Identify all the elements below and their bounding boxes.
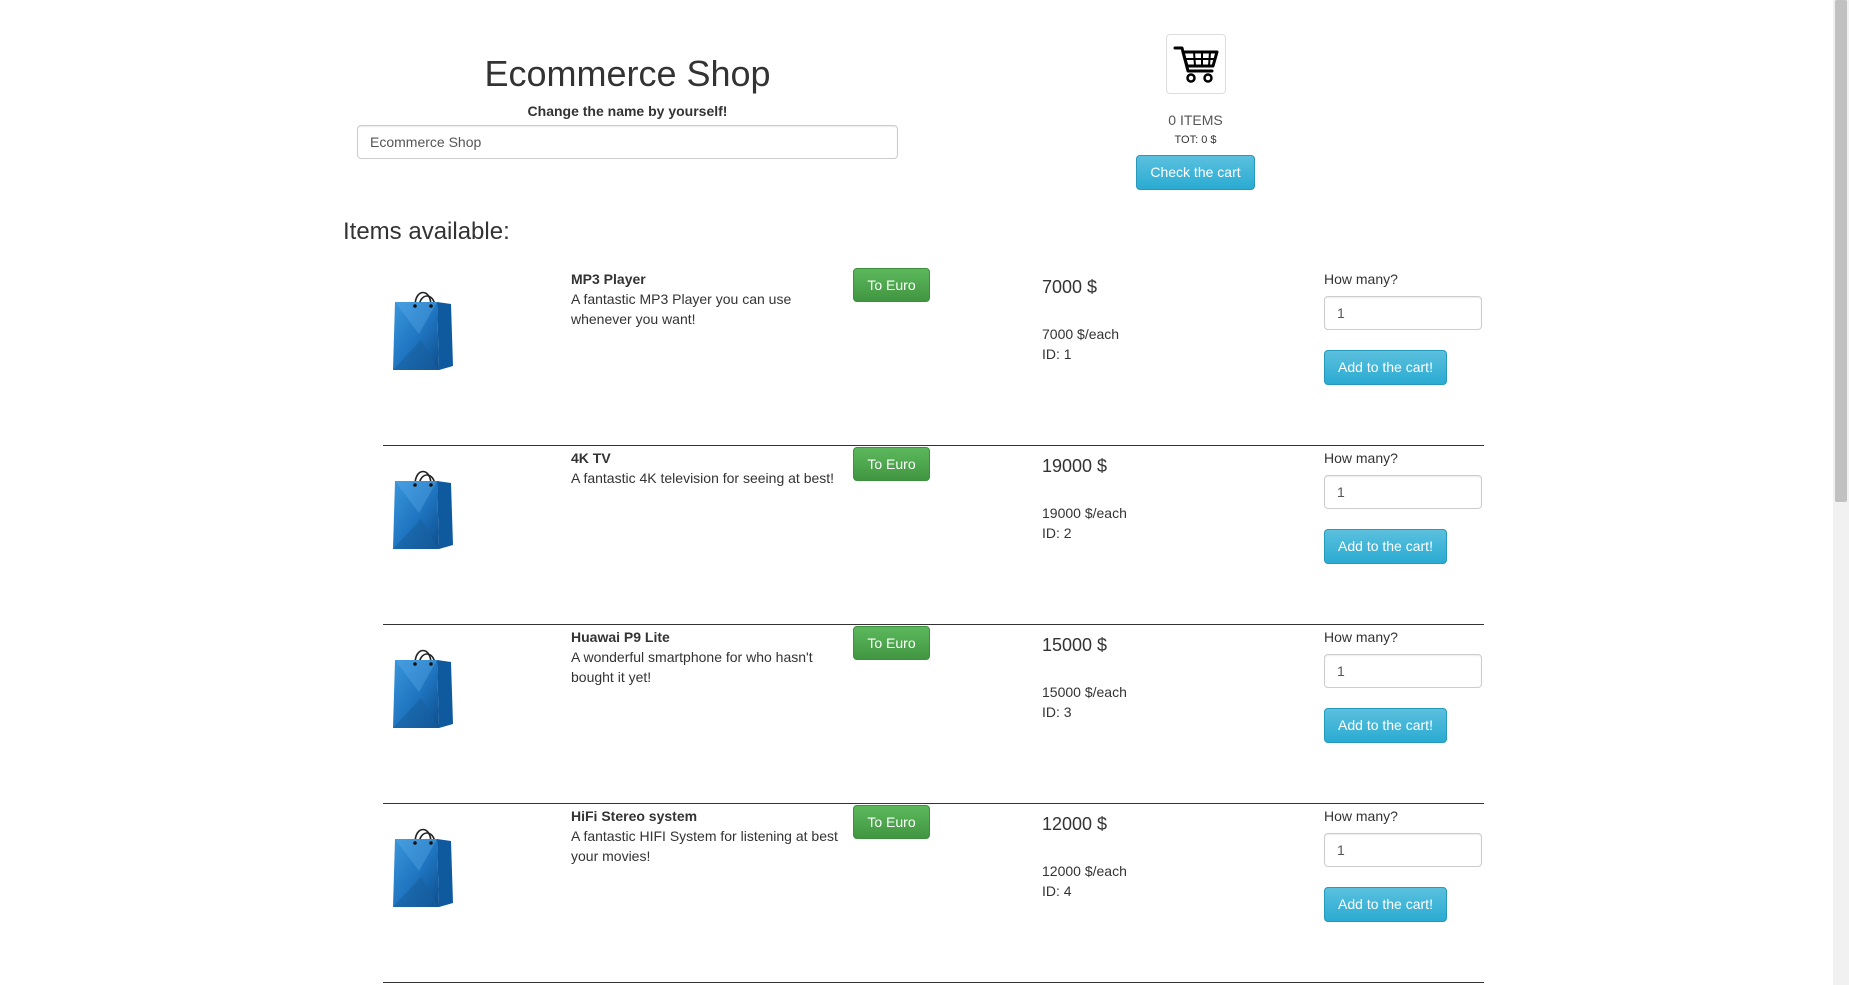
item-id: ID: 2 — [1042, 525, 1072, 541]
add-to-cart-button[interactable]: Add to the cart! — [1324, 887, 1447, 922]
to-euro-button[interactable]: To Euro — [853, 626, 930, 660]
item-price-each: 7000 $/each — [1042, 326, 1120, 342]
item-price: 12000 $ — [1042, 814, 1108, 834]
shopping-bag-icon — [391, 642, 455, 730]
add-to-cart-button[interactable]: Add to the cart! — [1324, 529, 1447, 564]
shopping-bag-icon — [391, 284, 455, 372]
quantity-input[interactable] — [1324, 475, 1482, 509]
add-to-cart-button[interactable]: Add to the cart! — [1324, 350, 1447, 385]
item-id: ID: 1 — [1042, 346, 1072, 362]
item-price: 19000 $ — [1042, 456, 1108, 476]
item-id: ID: 4 — [1042, 883, 1072, 899]
vertical-scrollbar[interactable] — [1833, 0, 1849, 985]
item-name: HiFi Stereo system — [571, 808, 698, 824]
cart-icon — [1173, 46, 1218, 83]
item-description: A wonderful smartphone for who hasn't bo… — [571, 649, 813, 685]
item-name: Huawai P9 Lite — [571, 629, 670, 645]
add-to-cart-button[interactable]: Add to the cart! — [1324, 708, 1447, 743]
cart-thumbnail[interactable] — [1165, 34, 1226, 94]
item-description: A fantastic HIFI System for listening at… — [571, 828, 838, 864]
cart-total: TOT: 0 $ — [1174, 134, 1217, 146]
check-cart-button[interactable]: Check the cart — [1136, 155, 1255, 190]
quantity-input[interactable] — [1324, 833, 1482, 867]
item-name: 4K TV — [571, 450, 611, 466]
shop-name-label: Change the name by yourself! — [527, 103, 728, 119]
item-price: 7000 $ — [1042, 277, 1098, 297]
quantity-input[interactable] — [1324, 654, 1482, 688]
items-heading: Items available: — [343, 218, 510, 245]
to-euro-button[interactable]: To Euro — [853, 805, 930, 839]
item-description: A fantastic MP3 Player you can use whene… — [571, 291, 792, 327]
quantity-input[interactable] — [1324, 296, 1482, 330]
item-row-3: Huawai P9 Lite A wonderful smartphone fo… — [383, 624, 1484, 804]
page-title: Ecommerce Shop — [484, 53, 771, 94]
shop-name-input[interactable] — [357, 125, 898, 159]
item-price: 15000 $ — [1042, 635, 1108, 655]
quantity-label: How many? — [1324, 629, 1398, 645]
quantity-label: How many? — [1324, 271, 1398, 287]
to-euro-button[interactable]: To Euro — [853, 447, 930, 481]
item-price-each: 12000 $/each — [1042, 863, 1127, 879]
cart-item-count: 0 ITEMS — [1168, 112, 1223, 128]
shopping-bag-icon — [391, 463, 455, 551]
cart-summary: 0 ITEMS TOT: 0 $ Check the cart — [1062, 34, 1329, 190]
item-row-2: 4K TV A fantastic 4K television for seei… — [383, 445, 1484, 625]
item-id: ID: 3 — [1042, 704, 1072, 720]
item-description: A fantastic 4K television for seeing at … — [571, 470, 835, 486]
to-euro-button[interactable]: To Euro — [853, 268, 930, 302]
shopping-bag-icon — [391, 821, 455, 909]
scrollbar-thumb[interactable] — [1835, 0, 1847, 502]
item-name: MP3 Player — [571, 271, 646, 287]
quantity-label: How many? — [1324, 808, 1398, 824]
shop-header: Ecommerce Shop Change the name by yourse… — [357, 48, 898, 159]
item-price-each: 19000 $/each — [1042, 505, 1127, 521]
item-price-each: 15000 $/each — [1042, 684, 1127, 700]
item-row-4: HiFi Stereo system A fantastic HIFI Syst… — [383, 803, 1484, 983]
shop-page: Ecommerce Shop Change the name by yourse… — [0, 0, 1833, 985]
item-row-1: MP3 Player A fantastic MP3 Player you ca… — [383, 266, 1484, 446]
quantity-label: How many? — [1324, 450, 1398, 466]
